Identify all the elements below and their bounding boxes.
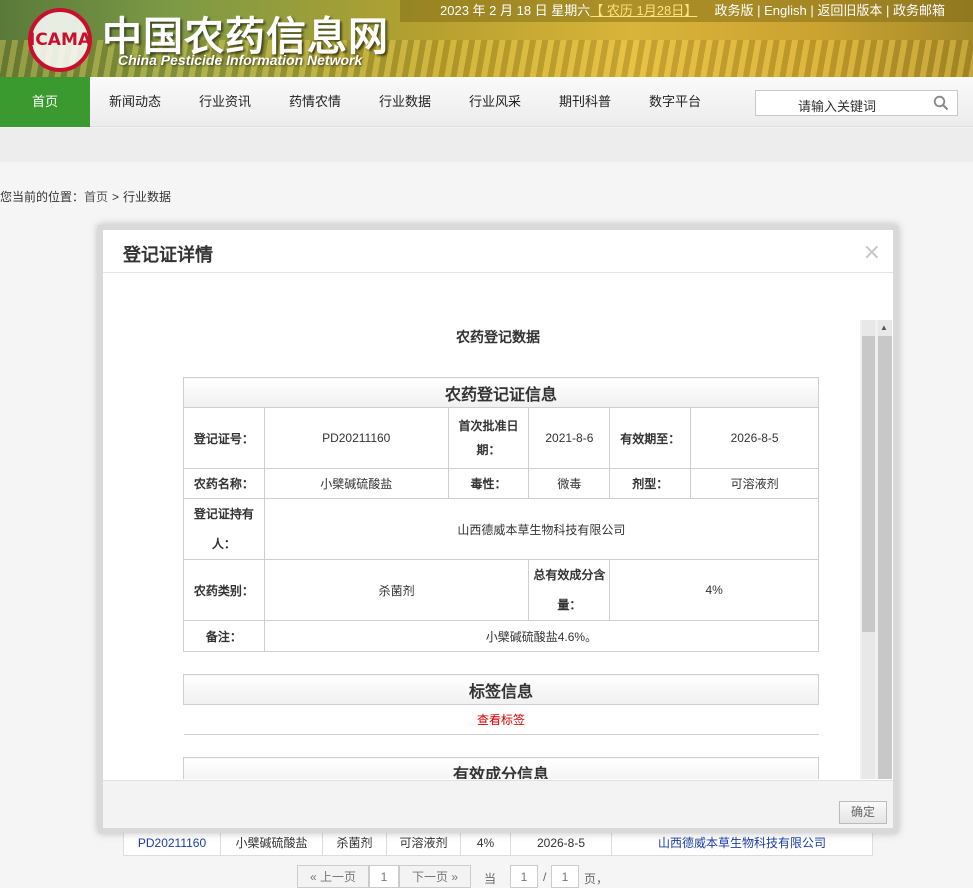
prev-page-button[interactable]: « 上一页 bbox=[297, 865, 369, 888]
ingredient-section-title: 有效成分信息 bbox=[183, 757, 819, 779]
label-total-content: 总有效成分含量： bbox=[528, 559, 611, 621]
logo-mark-text: ICAMA bbox=[28, 30, 92, 50]
breadcrumb-current[interactable]: 行业数据 bbox=[123, 190, 171, 204]
page-number[interactable]: 1 bbox=[369, 865, 399, 888]
nav-item-home[interactable]: 首页 bbox=[0, 77, 90, 127]
current-label: 当前 bbox=[484, 872, 497, 886]
cell-category: 杀菌剂 bbox=[323, 831, 387, 855]
breadcrumb-prefix: 您当前的位置： bbox=[0, 190, 85, 204]
cell-content: 4% bbox=[461, 831, 511, 855]
vertical-scroll-thumb[interactable] bbox=[862, 336, 875, 632]
label-first-date: 首次批准日期： bbox=[447, 407, 530, 469]
nav-item-industry-info[interactable]: 行业资讯 bbox=[180, 77, 270, 127]
link-gov-mail[interactable]: 政务邮箱 bbox=[893, 3, 945, 18]
nav-item-journals[interactable]: 期刊科普 bbox=[540, 77, 630, 127]
top-links: 政务版 | English | 返回旧版本 | 政务邮箱 bbox=[714, 3, 945, 18]
cell-name: 小檗碱硫酸盐 bbox=[221, 831, 323, 855]
current-date: 2023 年 2 月 18 日 星期六【 农历 1月28日】 bbox=[440, 3, 698, 18]
link-english[interactable]: English bbox=[764, 3, 807, 18]
value-toxicity: 微毒 bbox=[528, 468, 611, 499]
link-old-version[interactable]: 返回旧版本 bbox=[817, 3, 882, 18]
sub-nav-band bbox=[0, 128, 973, 162]
dialog-body[interactable]: 农药登记数据 农药登记证信息 登记证号： PD20211160 首次批准日期： … bbox=[103, 274, 893, 779]
search-input[interactable]: 请输入关键词 bbox=[755, 90, 958, 116]
nav-item-pest-situation[interactable]: 药情农情 bbox=[270, 77, 360, 127]
value-reg-no: PD20211160 bbox=[263, 407, 449, 469]
cell-reg-no[interactable]: PD20211160 bbox=[124, 831, 221, 855]
label-toxicity: 毒性： bbox=[447, 468, 530, 499]
dialog-title: 登记证详情 bbox=[123, 245, 213, 265]
next-page-button[interactable]: 下一页 » bbox=[399, 865, 471, 888]
cell-holder[interactable]: 山西德威本草生物科技有限公司 bbox=[612, 831, 872, 855]
current-page-input[interactable]: 1 bbox=[510, 865, 538, 888]
nav-item-industry-style[interactable]: 行业风采 bbox=[450, 77, 540, 127]
confirm-button[interactable]: 确定 bbox=[839, 801, 887, 824]
cert-section-title: 农药登记证信息 bbox=[183, 377, 819, 408]
value-total-content: 4% bbox=[609, 559, 819, 621]
outer-scroll-thumb[interactable] bbox=[878, 336, 892, 779]
label-name: 农药名称： bbox=[183, 468, 265, 499]
search-icon[interactable] bbox=[933, 95, 949, 111]
dialog-footer: 确定 bbox=[103, 780, 893, 828]
label-category: 农药类别： bbox=[183, 559, 265, 621]
value-first-date: 2021-8-6 bbox=[528, 407, 611, 469]
label-section-title: 标签信息 bbox=[183, 674, 819, 705]
nav-item-industry-data[interactable]: 行业数据 bbox=[360, 77, 450, 127]
total-count: 页，共 1 条 bbox=[584, 872, 609, 886]
doc-title: 农药登记数据 bbox=[456, 329, 540, 345]
label-formulation: 剂型： bbox=[609, 468, 692, 499]
cell-formulation: 可溶液剂 bbox=[387, 831, 461, 855]
breadcrumb: 您当前的位置：首页 > 行业数据 bbox=[0, 190, 172, 204]
link-gov-version[interactable]: 政务版 bbox=[714, 3, 753, 18]
breadcrumb-home[interactable]: 首页 bbox=[84, 190, 108, 204]
nav-item-news[interactable]: 新闻动态 bbox=[90, 77, 180, 127]
header-banner: ICAMA 中国农药信息网 China Pesticide Informatio… bbox=[0, 0, 973, 77]
label-valid-until: 有效期至： bbox=[609, 407, 692, 469]
scroll-up-icon[interactable]: ▲ bbox=[880, 323, 888, 332]
nav-item-digital-platform[interactable]: 数字平台 bbox=[630, 77, 720, 127]
close-icon[interactable]: × bbox=[863, 240, 881, 265]
value-valid-until: 2026-8-5 bbox=[690, 407, 819, 469]
view-label-link[interactable]: 查看标签 bbox=[477, 713, 525, 727]
value-holder: 山西德威本草生物科技有限公司 bbox=[263, 498, 820, 560]
value-formulation: 可溶液剂 bbox=[690, 468, 819, 499]
label-info-table: 标签信息 查看标签 bbox=[183, 674, 819, 735]
table-row: PD20211160 小檗碱硫酸盐 杀菌剂 可溶液剂 4% 2026-8-5 山… bbox=[123, 830, 873, 856]
site-name-en: China Pesticide Information Network bbox=[118, 52, 363, 68]
label-remark: 备注： bbox=[183, 620, 265, 652]
cert-info-table: 农药登记证信息 登记证号： PD20211160 首次批准日期： 2021-8-… bbox=[183, 377, 820, 652]
cell-valid-until: 2026-8-5 bbox=[511, 831, 612, 855]
site-logo[interactable]: ICAMA bbox=[28, 8, 92, 72]
search-placeholder: 请输入关键词 bbox=[798, 99, 877, 114]
pager-slash: / bbox=[543, 870, 547, 884]
top-info-bar: 2023 年 2 月 18 日 星期六【 农历 1月28日】 政务版 | Eng… bbox=[400, 0, 973, 22]
dialog-header: 登记证详情 × bbox=[103, 230, 893, 273]
value-name: 小檗碱硫酸盐 bbox=[263, 468, 449, 499]
vertical-scrollbar[interactable]: ▲ ▼ bbox=[860, 320, 892, 779]
label-holder: 登记证持有人： bbox=[183, 498, 265, 560]
total-pages: 1 bbox=[551, 865, 579, 888]
ingredient-info-table: 有效成分信息 bbox=[183, 757, 819, 779]
value-remark: 小檗碱硫酸盐4.6%。 bbox=[263, 620, 820, 652]
value-category: 杀菌剂 bbox=[263, 559, 530, 621]
label-reg-no: 登记证号： bbox=[183, 407, 265, 469]
lunar-date: 【 农历 1月28日】 bbox=[590, 3, 698, 18]
cert-detail-dialog: 登记证详情 × 农药登记数据 农药登记证信息 登记证号： PD20211160 … bbox=[98, 225, 898, 833]
main-nav: 首页 新闻动态 行业资讯 药情农情 行业数据 行业风采 期刊科普 数字平台 请输… bbox=[0, 77, 973, 127]
